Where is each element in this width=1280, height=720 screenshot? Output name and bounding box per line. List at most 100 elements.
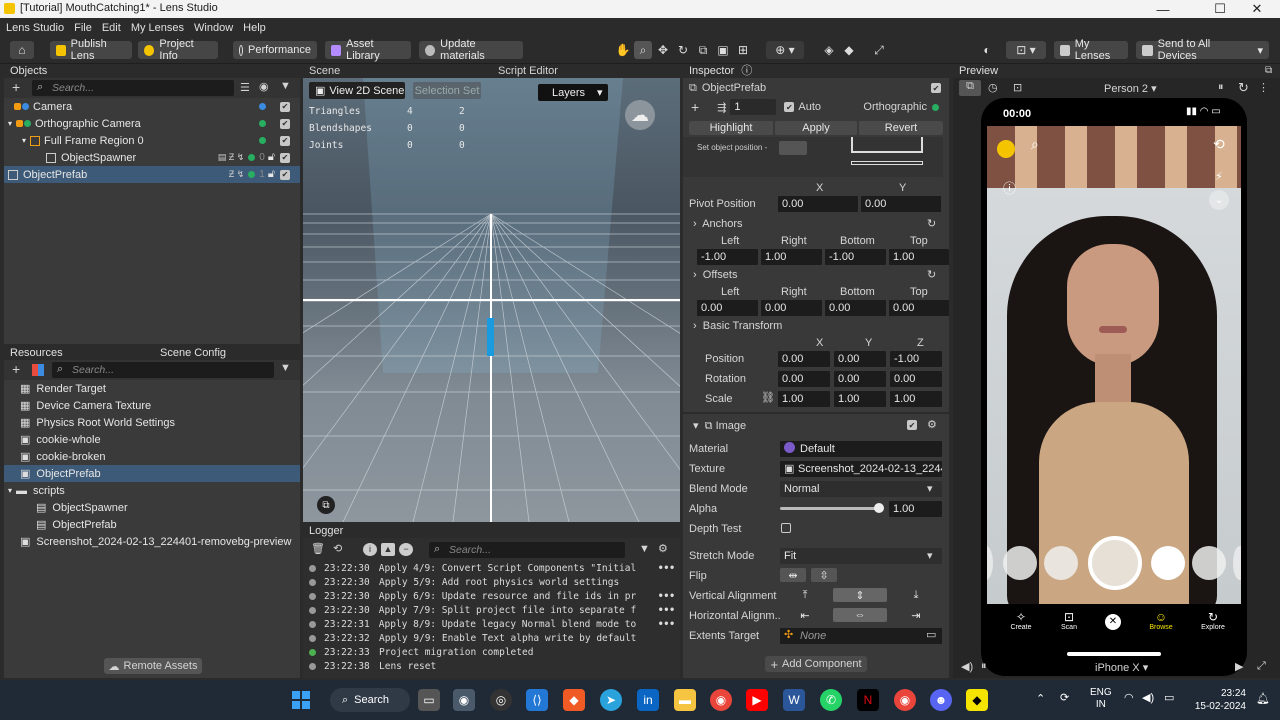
blend-mode-select[interactable]: Normal — [780, 481, 942, 497]
cubes-icon[interactable]: ◆ — [840, 41, 858, 59]
nav-scan[interactable]: ⊡ Scan — [1049, 610, 1089, 631]
scale-y-field[interactable]: 1.00 — [834, 391, 886, 407]
language-indicator[interactable]: ENG IN — [1090, 687, 1112, 711]
add-component-button[interactable]: + Add Component — [765, 656, 867, 672]
list-item[interactable]: ▣ ObjectPrefab — [4, 465, 300, 482]
camera-view-icon[interactable]: ⧉ — [317, 496, 335, 514]
gear-icon[interactable]: ⚙ — [658, 542, 668, 555]
list-item[interactable]: ▣ cookie-broken — [4, 448, 300, 465]
list-item[interactable]: ▣ Screenshot_2024-02-13_224401-removebg-p… — [4, 533, 300, 550]
dell-icon[interactable]: ◎ — [490, 689, 512, 711]
logger-search-input[interactable]: Search... — [429, 542, 625, 558]
move-tool-icon[interactable]: ✥ — [654, 41, 672, 59]
list-item[interactable]: ▾ ▬ scripts — [4, 482, 300, 499]
timer-icon[interactable]: ◷ — [988, 81, 998, 94]
send-to-devices-button[interactable]: Send to All Devices ▾ — [1136, 38, 1269, 62]
wifi-icon[interactable]: ◠ — [1124, 691, 1134, 704]
info-filter-icon[interactable]: i — [363, 543, 377, 556]
texture-field[interactable]: Screenshot_2024-02-13_22440: — [780, 461, 942, 477]
list-item[interactable]: ▣ cookie-whole — [4, 431, 300, 448]
offset-top-field[interactable]: 0.00 — [889, 300, 949, 316]
device-pair-icon[interactable]: ⊡ ▾ — [1006, 41, 1046, 59]
popout-icon[interactable]: ⧉ — [1265, 65, 1272, 76]
link-icon[interactable]: ⛓ — [761, 391, 775, 404]
menu-my-lenses[interactable]: My Lenses — [131, 22, 184, 34]
minimize-icon[interactable]: — — [1140, 0, 1186, 18]
preview-mode-icon[interactable]: ⧉ — [959, 80, 981, 96]
enabled-checkbox[interactable]: ✔ — [280, 135, 290, 146]
reset-icon[interactable]: ↻ — [927, 217, 936, 230]
position-z-field[interactable]: -1.00 — [890, 351, 942, 367]
material-field[interactable]: Default — [780, 441, 942, 457]
tree-item-full-frame-region[interactable]: ▾ Full Frame Region 0 ✔ — [4, 132, 300, 149]
tree-item-camera[interactable]: Camera ✔ — [4, 98, 300, 115]
position-preset-button[interactable] — [779, 141, 807, 155]
tab-script-editor[interactable]: Script Editor — [498, 65, 558, 77]
lens-studio-taskbar-icon[interactable]: ◆ — [966, 689, 988, 711]
fullscreen-icon[interactable]: ⤢ — [1257, 660, 1266, 673]
menu-lens-studio[interactable]: Lens Studio — [6, 22, 64, 34]
brave-icon[interactable]: ◆ — [563, 689, 585, 711]
offsets-section[interactable]: › Offsets — [693, 269, 737, 281]
menu-edit[interactable]: Edit — [102, 22, 121, 34]
chevron-down-icon[interactable]: ▾ — [8, 486, 12, 495]
asset-types-icon[interactable] — [32, 364, 44, 376]
discord-icon[interactable]: ☻ — [930, 689, 952, 711]
scale-x-field[interactable]: 1.00 — [778, 391, 830, 407]
add-icon[interactable]: + — [691, 99, 699, 115]
battery-icon[interactable]: ▭ — [1164, 691, 1174, 704]
anchor-top-field[interactable]: 1.00 — [889, 249, 949, 265]
pivot-x-field[interactable]: 0.00 — [778, 196, 858, 212]
align-center-icon[interactable]: ⇔ — [833, 608, 887, 622]
focus-icon[interactable]: ⤢ — [870, 41, 888, 59]
linkedin-icon[interactable]: in — [637, 689, 659, 711]
trash-icon[interactable]: 🗑︎ — [311, 542, 325, 555]
error-filter-icon[interactable]: − — [399, 543, 413, 556]
flip-horizontal-icon[interactable]: ⇹ — [780, 568, 806, 582]
enabled-checkbox[interactable]: ✔ — [280, 118, 290, 129]
person-select[interactable]: Person 2 ▾ — [1104, 82, 1157, 95]
chevron-up-icon[interactable]: ⌃ — [1036, 692, 1045, 705]
tree-item-object-spawner[interactable]: ObjectSpawner ▤ Ƶ ↯ 0 🔓︎ ✔ — [4, 149, 300, 166]
filter-icon[interactable]: ▼ — [639, 543, 650, 555]
camera-app-icon[interactable]: ◉ — [453, 689, 475, 711]
anchors-section[interactable]: › Anchors — [693, 218, 743, 230]
volume-icon[interactable]: ◀) — [961, 660, 973, 673]
more-icon[interactable]: ••• — [658, 591, 675, 602]
revert-button[interactable]: Revert — [859, 121, 943, 135]
pause-circle-icon[interactable]: ⏸︎ — [981, 660, 987, 673]
more-icon[interactable]: ••• — [658, 605, 675, 616]
extents-target-field[interactable]: None — [780, 628, 942, 644]
speaker-icon[interactable]: ◀) — [1142, 691, 1154, 704]
lens-thumb[interactable] — [987, 546, 993, 580]
more-icon[interactable]: ••• — [658, 563, 675, 574]
depth-test-checkbox[interactable] — [781, 523, 791, 533]
file-explorer-icon[interactable]: ▬ — [674, 689, 696, 711]
more-icon[interactable]: ⋮ — [1258, 81, 1269, 94]
reset-icon[interactable]: ↻ — [927, 268, 936, 281]
offset-right-field[interactable]: 0.00 — [761, 300, 822, 316]
view-2d-scene-button[interactable]: ▣ View 2D Scene — [309, 82, 405, 99]
highlight-button[interactable]: Highlight — [689, 121, 773, 135]
position-y-field[interactable]: 0.00 — [834, 351, 886, 367]
align-top-icon[interactable]: ⤒ — [780, 588, 830, 602]
list-item[interactable]: ▦ Render Target — [4, 380, 300, 397]
auto-checkbox[interactable]: ✔ — [784, 102, 795, 112]
menu-window[interactable]: Window — [194, 22, 233, 34]
telegram-icon[interactable]: ➤ — [600, 689, 622, 711]
enabled-checkbox[interactable]: ✔ — [280, 101, 290, 112]
tree-item-object-prefab[interactable]: ObjectPrefab Ƶ ↯ 1 🔓︎ ✔ — [4, 166, 300, 183]
scene-viewport[interactable]: ▣ View 2D Scene Selection Set Layers ▾ ☁ T… — [303, 78, 680, 522]
list-item[interactable]: ▦ Device Camera Texture — [4, 397, 300, 414]
capture-icon[interactable]: ⊡ — [1013, 81, 1022, 94]
more-icon[interactable]: ••• — [658, 619, 675, 630]
performance-button[interactable]: Performance — [233, 41, 317, 59]
align-middle-icon[interactable]: ⇕ — [833, 588, 887, 602]
tab-resources[interactable]: Resources — [10, 346, 160, 360]
notification-icon[interactable]: 🔔︎ — [1256, 692, 1270, 705]
tab-scene[interactable]: Scene — [309, 65, 340, 77]
nav-close-icon[interactable]: ✕ — [1105, 614, 1121, 630]
lens-thumb[interactable] — [1044, 546, 1078, 580]
close-icon[interactable]: ✕ — [1234, 0, 1280, 18]
folder-icon[interactable]: ▭ — [926, 628, 936, 641]
